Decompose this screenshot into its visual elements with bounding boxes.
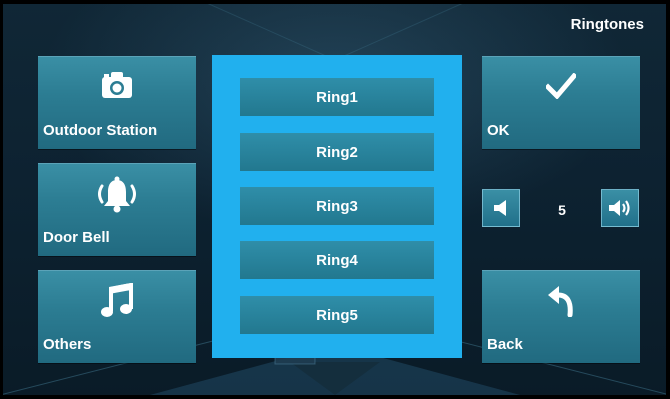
camera-icon — [102, 72, 132, 98]
ringtone-item[interactable]: Ring2 — [240, 133, 434, 171]
volume-down-icon — [494, 200, 506, 216]
ringtone-list: Ring1 Ring2 Ring3 Ring4 Ring5 — [212, 55, 462, 358]
others-label: Others — [43, 336, 92, 353]
volume-level: 5 — [558, 202, 566, 218]
ringtone-item[interactable]: Ring3 — [240, 187, 434, 225]
door-bell-button[interactable]: Door Bell — [38, 163, 196, 256]
ok-button[interactable]: OK — [482, 56, 640, 149]
music-note-icon — [101, 283, 133, 317]
ringtones-screen: Ringtones Outdoor Station Door Bell Othe… — [0, 0, 670, 399]
others-button[interactable]: Others — [38, 270, 196, 363]
ok-label: OK — [487, 122, 510, 139]
back-label: Back — [487, 336, 523, 353]
volume-up-icon — [609, 200, 630, 216]
outdoor-station-label: Outdoor Station — [43, 122, 158, 139]
back-arrow-icon — [548, 286, 573, 317]
back-button[interactable]: Back — [482, 270, 640, 363]
page-title: Ringtones — [570, 16, 644, 33]
door-bell-label: Door Bell — [43, 229, 110, 246]
ringtone-item[interactable]: Ring4 — [240, 241, 434, 279]
ringtone-item[interactable]: Ring1 — [240, 78, 434, 116]
volume-down-button[interactable] — [482, 189, 520, 227]
volume-up-button[interactable] — [601, 189, 639, 227]
outdoor-station-button[interactable]: Outdoor Station — [38, 56, 196, 149]
ringtone-item[interactable]: Ring5 — [240, 296, 434, 334]
checkmark-icon — [546, 73, 576, 99]
bell-ringing-icon — [98, 176, 136, 213]
